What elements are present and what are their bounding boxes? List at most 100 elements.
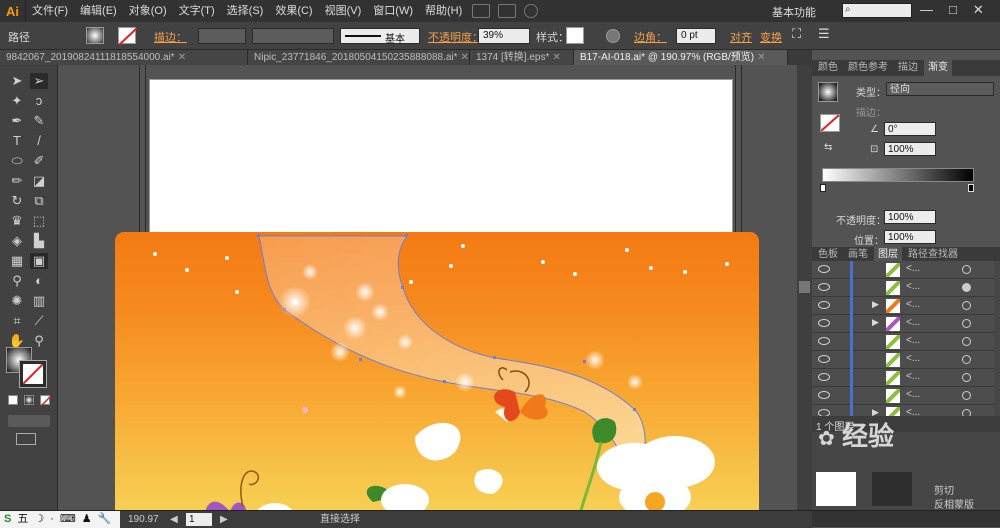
- stroke-label[interactable]: 描边：: [154, 29, 187, 45]
- gradient-type-dropdown[interactable]: 径向: [886, 82, 994, 96]
- skin-icon[interactable]: ♟: [82, 511, 92, 528]
- zoom-level[interactable]: 190.97: [128, 511, 159, 528]
- menu-item[interactable]: 选择(S): [221, 0, 270, 22]
- prev-artboard-icon[interactable]: ◀: [170, 511, 178, 528]
- visibility-eye-icon[interactable]: [818, 391, 830, 399]
- document-tab[interactable]: 9842067_20190824111818554000.ai* ✕: [0, 50, 248, 65]
- artboard-number-field[interactable]: 1: [186, 513, 212, 526]
- layer-row[interactable]: <...: [812, 261, 994, 279]
- close-tab-icon[interactable]: ✕: [757, 52, 765, 63]
- rotate-tool-icon[interactable]: ↻: [8, 193, 26, 209]
- vertical-scrollbar[interactable]: [797, 65, 812, 510]
- graphic-style-swatch[interactable]: [566, 27, 584, 44]
- symbol-sprayer-tool-icon[interactable]: ✺: [8, 293, 26, 309]
- ime-mode[interactable]: 五: [17, 511, 28, 528]
- opacity-label[interactable]: 不透明度：: [428, 29, 483, 45]
- invert-mask-checkbox-label[interactable]: 反相蒙版: [934, 496, 974, 511]
- target-icon[interactable]: [962, 355, 971, 364]
- gradient-mode-button[interactable]: [24, 395, 34, 405]
- none-mode-button[interactable]: [40, 395, 52, 407]
- menu-item[interactable]: 窗口(W): [367, 0, 419, 22]
- direct-selection-tool-icon[interactable]: ➢: [30, 73, 48, 89]
- layer-row[interactable]: <...: [812, 279, 994, 297]
- search-input[interactable]: ⌕: [842, 3, 912, 18]
- artboard[interactable]: [149, 79, 733, 249]
- reverse-gradient-icon[interactable]: ⇆: [824, 142, 832, 153]
- layer-row[interactable]: <...: [812, 333, 994, 351]
- gradient-stop-black[interactable]: [968, 184, 974, 192]
- fill-swatch[interactable]: [86, 27, 104, 44]
- visibility-eye-icon[interactable]: [818, 355, 830, 363]
- document-tab[interactable]: Nipic_23771846_20180504150235888088.ai* ✕: [248, 50, 470, 65]
- visibility-eye-icon[interactable]: [818, 265, 830, 273]
- pen-tool-icon[interactable]: ✒: [8, 113, 26, 129]
- perspective-grid-tool-icon[interactable]: ▙: [30, 233, 48, 249]
- bridge-icon[interactable]: [472, 4, 491, 18]
- layer-row[interactable]: <...: [812, 351, 994, 369]
- gpu-performance-icon[interactable]: [524, 4, 539, 18]
- more-options-icon[interactable]: ☰: [818, 26, 830, 42]
- layer-row[interactable]: <...: [812, 369, 994, 387]
- eyedropper-tool-icon[interactable]: ⚲: [8, 273, 26, 289]
- stroke-swatch[interactable]: [118, 27, 138, 46]
- close-tab-icon[interactable]: ✕: [461, 52, 469, 63]
- target-icon[interactable]: [962, 283, 971, 292]
- close-button[interactable]: ✕: [973, 2, 984, 18]
- free-transform-tool-icon[interactable]: ⬚: [30, 213, 48, 229]
- mask-thumbnail[interactable]: [816, 472, 856, 506]
- color-mode-button[interactable]: [8, 395, 18, 405]
- lasso-tool-icon[interactable]: ↄ: [30, 93, 48, 109]
- screen-mode-icon[interactable]: [16, 433, 36, 445]
- artboard-tool-icon[interactable]: ⌗: [8, 313, 26, 329]
- ime-logo-icon[interactable]: S: [4, 511, 11, 528]
- expand-arrow-icon[interactable]: ▶: [872, 299, 879, 310]
- type-tool-icon[interactable]: T: [8, 133, 26, 149]
- gradient-stop-white[interactable]: [820, 184, 826, 192]
- corner-label[interactable]: 边角：: [634, 29, 667, 45]
- menu-item[interactable]: 帮助(H): [419, 0, 468, 22]
- visibility-eye-icon[interactable]: [818, 373, 830, 381]
- menu-item[interactable]: 视图(V): [319, 0, 368, 22]
- ellipse-tool-icon[interactable]: ⬭: [8, 153, 26, 169]
- layer-row[interactable]: ▶ <...: [812, 297, 994, 315]
- visibility-eye-icon[interactable]: [818, 283, 830, 291]
- visibility-eye-icon[interactable]: [818, 337, 830, 345]
- brush-dropdown[interactable]: 基本: [340, 28, 420, 45]
- recolor-artwork-icon[interactable]: [606, 29, 620, 43]
- document-tab-active[interactable]: B17-AI-018.ai* @ 190.97% (RGB/预览) ✕: [574, 50, 788, 65]
- opacity-mask-thumbnail[interactable]: [872, 472, 912, 506]
- variable-width-dropdown[interactable]: [252, 28, 334, 44]
- layer-row[interactable]: ▶ <...: [812, 315, 994, 333]
- scrollbar-thumb[interactable]: [799, 281, 810, 293]
- stroke-weight-dropdown[interactable]: [198, 28, 246, 44]
- minimize-button[interactable]: —: [920, 2, 933, 18]
- expand-arrow-icon[interactable]: ▶: [872, 317, 879, 328]
- visibility-eye-icon[interactable]: [818, 301, 830, 309]
- clip-checkbox-label[interactable]: 剪切: [934, 482, 954, 497]
- opacity-field[interactable]: 39%: [478, 28, 530, 44]
- target-icon[interactable]: [962, 391, 971, 400]
- slice-tool-icon[interactable]: ⟋: [30, 313, 48, 329]
- menu-item[interactable]: 对象(O): [123, 0, 173, 22]
- angle-field[interactable]: 0°: [884, 122, 936, 136]
- next-artboard-icon[interactable]: ▶: [220, 511, 228, 528]
- target-icon[interactable]: [962, 319, 971, 328]
- tab-color[interactable]: 颜色: [814, 60, 842, 76]
- tab-color-guide[interactable]: 颜色参考: [844, 60, 892, 76]
- moon-icon[interactable]: ☽: [34, 511, 44, 528]
- menu-item[interactable]: 效果(C): [269, 0, 318, 22]
- line-tool-icon[interactable]: /: [30, 133, 48, 149]
- close-tab-icon[interactable]: ✕: [178, 52, 186, 63]
- target-icon[interactable]: [962, 337, 971, 346]
- selection-tool-icon[interactable]: ➤: [8, 73, 26, 89]
- warp-tool-icon[interactable]: ♛: [8, 213, 26, 229]
- target-icon[interactable]: [962, 373, 971, 382]
- transform-link[interactable]: 变换: [760, 29, 782, 45]
- eraser-tool-icon[interactable]: ◪: [30, 173, 48, 189]
- scale-tool-icon[interactable]: ⧉: [30, 193, 48, 209]
- menu-item[interactable]: 文字(T): [173, 0, 221, 22]
- gradient-preview-swatch[interactable]: [818, 82, 838, 102]
- aspect-ratio-field[interactable]: 100%: [884, 142, 936, 156]
- stroke-gradient-swatch[interactable]: [820, 114, 840, 132]
- close-tab-icon[interactable]: ✕: [552, 52, 560, 63]
